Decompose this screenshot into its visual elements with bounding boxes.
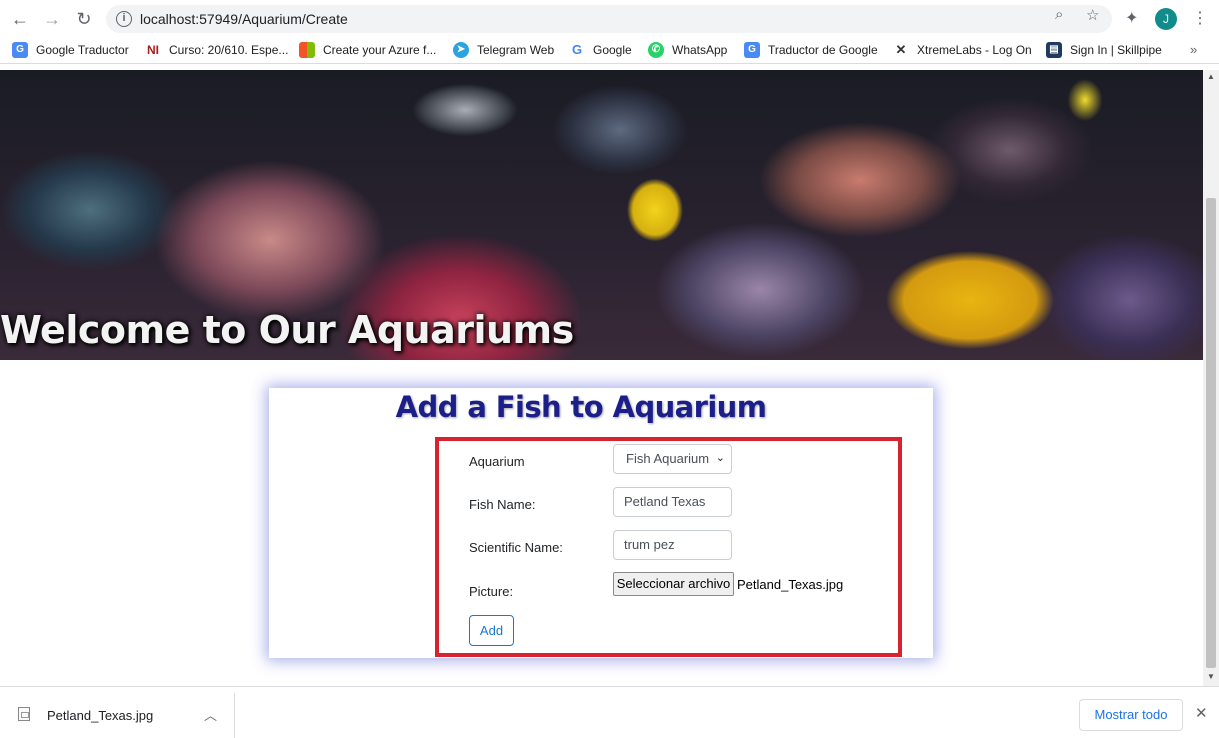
address-bar[interactable]: i localhost:57949/Aquarium/Create bbox=[106, 5, 1112, 33]
hero-title: Welcome to Our Aquariums bbox=[0, 308, 574, 352]
scientific-name-input[interactable]: trum pez bbox=[613, 530, 732, 560]
extensions-icon[interactable]: ✦ bbox=[1125, 8, 1138, 28]
browser-toolbar: ← → ↻ i localhost:57949/Aquarium/Create … bbox=[0, 0, 1219, 38]
add-fish-card: Add a Fish to Aquarium Aquarium Fish Aqu… bbox=[269, 388, 933, 658]
translate-icon: G bbox=[744, 42, 760, 58]
divider bbox=[234, 693, 235, 738]
ni-icon: NI bbox=[145, 42, 161, 58]
bookmark-label: Traductor de Google bbox=[768, 43, 878, 57]
whatsapp-icon: ✆ bbox=[648, 42, 664, 58]
show-all-button[interactable]: Mostrar todo bbox=[1079, 699, 1183, 731]
download-bar: Petland_Texas.jpg ︿ Mostrar todo ✕ bbox=[0, 686, 1219, 738]
translate-icon: G bbox=[12, 42, 28, 58]
bookmarks-bar: G Google Traductor NI Curso: 20/610. Esp… bbox=[0, 38, 1219, 64]
url-text[interactable]: localhost:57949/Aquarium/Create bbox=[140, 11, 348, 27]
vertical-scrollbar[interactable]: ▲ ▼ bbox=[1203, 70, 1219, 686]
more-bookmarks-icon[interactable]: » bbox=[1190, 42, 1197, 57]
bookmark-label: Sign In | Skillpipe bbox=[1070, 43, 1162, 57]
aquarium-select-value: Fish Aquarium bbox=[626, 451, 710, 466]
fish-name-label: Fish Name: bbox=[469, 497, 536, 512]
microsoft-icon bbox=[299, 42, 315, 58]
bookmark-curso[interactable]: NI Curso: 20/610. Espe... bbox=[145, 42, 288, 58]
bookmark-azure[interactable]: Create your Azure f... bbox=[299, 42, 436, 58]
scientific-name-label: Scientific Name: bbox=[469, 540, 563, 555]
star-icon[interactable]: ☆ bbox=[1086, 6, 1099, 24]
scroll-down-icon[interactable]: ▼ bbox=[1207, 672, 1215, 681]
bookmark-label: Telegram Web bbox=[477, 43, 555, 57]
bookmark-telegram[interactable]: ➤ Telegram Web bbox=[453, 42, 554, 58]
reload-icon[interactable]: ↻ bbox=[73, 8, 95, 30]
page-title: Add a Fish to Aquarium bbox=[395, 390, 767, 424]
skillpipe-icon: ▤ bbox=[1046, 42, 1062, 58]
picture-label: Picture: bbox=[469, 584, 514, 599]
back-arrow-icon[interactable]: ← bbox=[9, 8, 31, 30]
bookmark-label: Curso: 20/610. Espe... bbox=[169, 43, 289, 57]
bookmark-label: Google bbox=[593, 43, 632, 57]
chevron-up-icon[interactable]: ︿ bbox=[204, 705, 217, 724]
download-file-name[interactable]: Petland_Texas.jpg bbox=[47, 708, 153, 723]
menu-icon[interactable]: ⋮ bbox=[1192, 8, 1208, 28]
bookmark-skillpipe[interactable]: ▤ Sign In | Skillpipe bbox=[1046, 42, 1162, 58]
x-icon: ✕ bbox=[893, 42, 909, 58]
telegram-icon: ➤ bbox=[453, 42, 469, 58]
bookmark-google-traductor[interactable]: G Google Traductor bbox=[12, 42, 129, 58]
chevron-down-icon: ⌄ bbox=[713, 451, 725, 464]
choose-file-button[interactable]: Seleccionar archivo bbox=[613, 572, 734, 596]
aquarium-label: Aquarium bbox=[469, 454, 525, 469]
bookmark-label: Google Traductor bbox=[36, 43, 129, 57]
hero-banner-image: Welcome to Our Aquariums bbox=[0, 70, 1203, 360]
page-viewport: Welcome to Our Aquariums Add a Fish to A… bbox=[0, 70, 1203, 686]
selected-file-name: Petland_Texas.jpg bbox=[737, 577, 844, 592]
form-highlight-box: Aquarium Fish Aquarium ⌄ Fish Name: Petl… bbox=[435, 437, 902, 657]
bookmark-label: XtremeLabs - Log On bbox=[917, 43, 1032, 57]
add-button[interactable]: Add bbox=[469, 615, 514, 646]
aquarium-select[interactable]: Fish Aquarium ⌄ bbox=[613, 444, 732, 474]
bookmark-traductor[interactable]: G Traductor de Google bbox=[744, 42, 878, 58]
avatar[interactable]: J bbox=[1155, 8, 1177, 30]
image-file-icon bbox=[18, 707, 30, 721]
bookmark-label: WhatsApp bbox=[672, 43, 728, 57]
bookmark-xtremelabs[interactable]: ✕ XtremeLabs - Log On bbox=[893, 42, 1032, 58]
zoom-icon[interactable]: ⌕ bbox=[1055, 6, 1063, 23]
close-icon[interactable]: ✕ bbox=[1195, 704, 1208, 722]
bookmark-google[interactable]: G Google bbox=[569, 42, 632, 58]
bookmark-whatsapp[interactable]: ✆ WhatsApp bbox=[648, 42, 727, 58]
scrollbar-thumb[interactable] bbox=[1206, 198, 1216, 668]
bookmark-label: Create your Azure f... bbox=[323, 43, 437, 57]
fish-name-input[interactable]: Petland Texas bbox=[613, 487, 732, 517]
site-info-icon[interactable]: i bbox=[116, 11, 132, 27]
google-icon: G bbox=[569, 42, 585, 58]
scroll-up-icon[interactable]: ▲ bbox=[1207, 72, 1215, 81]
forward-arrow-icon[interactable]: → bbox=[41, 8, 63, 30]
